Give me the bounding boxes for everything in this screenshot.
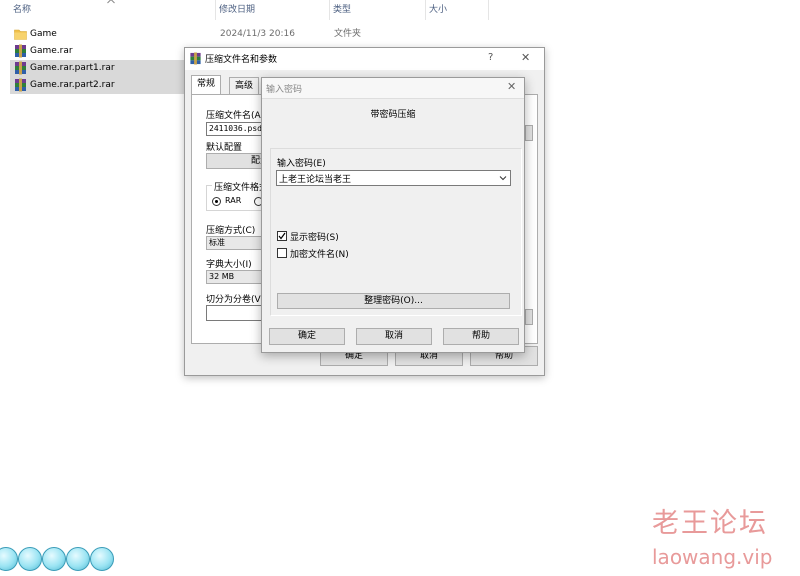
cancel-button[interactable]: 取消 [356,328,432,345]
column-divider[interactable] [488,0,489,20]
dialog-titlebar[interactable]: 输入密码 ✕ [262,78,524,99]
winrar-archive-icon [15,61,26,75]
close-icon[interactable]: ✕ [507,80,516,93]
bubble-icon [66,547,90,571]
bubble-icon [90,547,114,571]
show-password-label: 显示密码(S) [290,233,339,243]
split-volumes-label: 切分为分卷(V [206,295,261,305]
winrar-archive-icon [15,78,26,92]
compression-method-label: 压缩方式(C) [206,226,256,236]
dialog-title: 输入密码 [266,85,303,95]
close-icon[interactable]: ✕ [521,51,530,64]
file-row-game-folder[interactable]: Game [10,26,184,43]
organize-passwords-button[interactable]: 整理密码(O)... [277,293,510,309]
winrar-app-icon [190,52,201,65]
watermark-url: laowang.vip [652,545,773,569]
tab-advanced[interactable]: 高级 [229,77,260,94]
bubble-icon [18,547,42,571]
password-value: 上老王论坛当老王 [279,175,352,185]
help-icon[interactable]: ? [488,52,493,63]
dialog-titlebar[interactable]: 压缩文件名和参数 ? ✕ [185,48,544,70]
show-password-checkbox[interactable] [277,231,287,241]
file-date: 2024/11/3 20:16 [220,29,295,39]
tab-general[interactable]: 常规 [191,75,222,95]
file-name: Game [30,29,57,39]
column-header-date[interactable]: 修改日期 [216,0,329,20]
dialog-heading: 带密码压缩 [370,110,416,120]
watermark-text: 老王论坛 [652,508,768,539]
bubble-icon [42,547,66,571]
file-name: Game.rar [30,46,73,56]
encrypt-filenames-checkbox[interactable] [277,248,287,258]
archive-name-label: 压缩文件名(A [206,111,261,121]
winrar-archive-icon [15,44,26,58]
ok-button[interactable]: 确定 [269,328,345,345]
split-dropdown-button[interactable] [525,309,533,325]
dictionary-size-label: 字典大小(I) [206,260,252,270]
help-button[interactable]: 帮助 [443,328,519,345]
dialog-title: 压缩文件名和参数 [205,55,278,65]
bubble-icon [0,547,18,571]
check-icon [278,232,286,240]
file-row-game-part2[interactable]: Game.rar.part2.rar [10,77,184,94]
browse-button[interactable] [525,125,533,141]
chevron-down-icon[interactable] [499,175,507,181]
archive-name-field[interactable]: 2411036.psd [206,122,266,136]
format-rar-radio[interactable] [212,197,221,206]
file-row-game-part1[interactable]: Game.rar.part1.rar [10,60,184,77]
file-name: Game.rar.part2.rar [30,80,115,90]
encrypt-filenames-label: 加密文件名(N) [290,250,349,260]
file-type: 文件夹 [334,29,362,39]
file-name: Game.rar.part1.rar [30,63,115,73]
folder-icon [14,29,27,40]
column-header-name[interactable]: 名称 [10,0,215,20]
file-row-game-rar[interactable]: Game.rar [10,43,184,60]
column-header-size[interactable]: 大小 [426,0,488,20]
default-profile-label: 默认配置 [206,143,243,153]
password-input[interactable]: 上老王论坛当老王 [276,170,511,186]
password-dialog: 输入密码 ✕ 带密码压缩 输入密码(E) 上老王论坛当老王 显示密码(S) 加密… [261,77,525,353]
enter-password-label: 输入密码(E) [277,159,326,169]
format-rar-label: RAR [225,196,242,205]
column-header-type[interactable]: 类型 [330,0,425,20]
